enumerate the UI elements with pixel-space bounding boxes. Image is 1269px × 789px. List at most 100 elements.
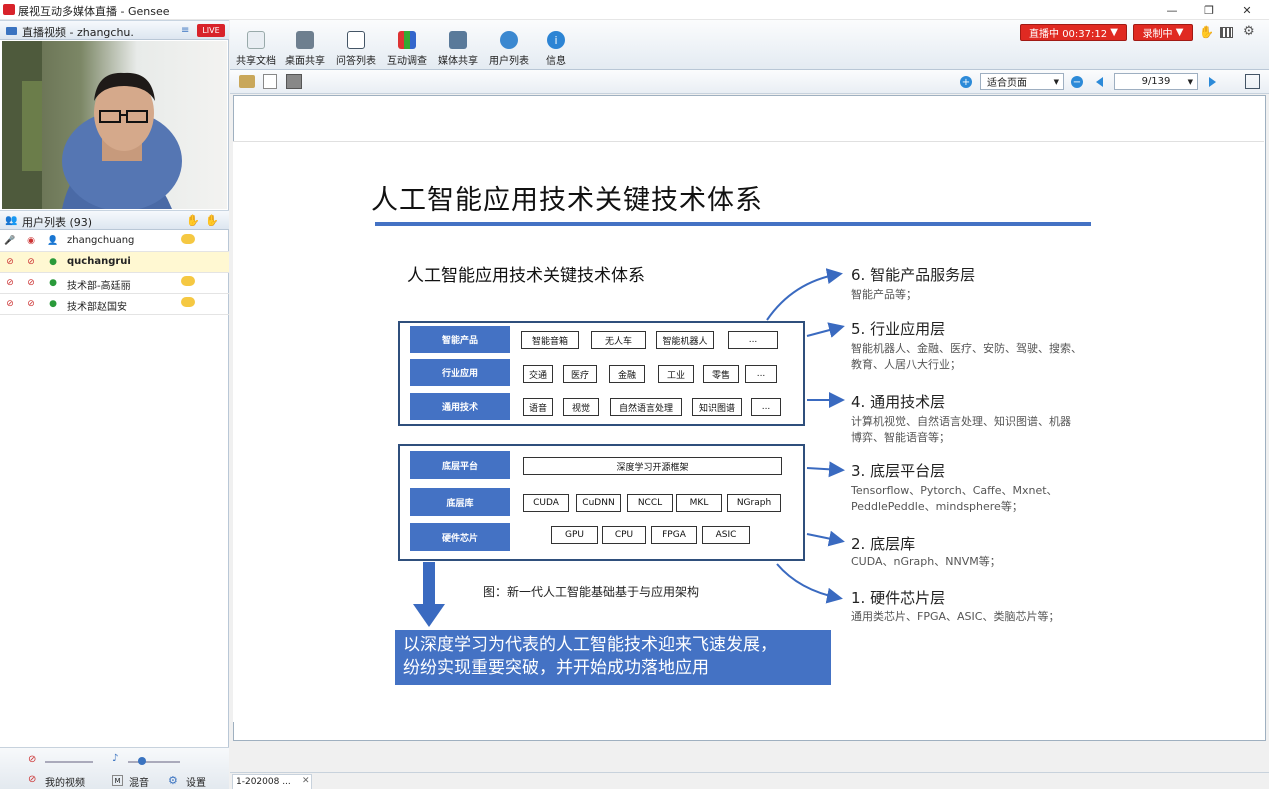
toolbar-user-list[interactable]: 用户列表 xyxy=(486,23,532,67)
window-title: 展视互动多媒体直播 - Gensee xyxy=(18,5,170,18)
camera-off-icon[interactable]: ⊘ xyxy=(24,276,38,290)
left-panel: 直播视频 - zhangchu. ≡ LIVE 👥 用户列表 (93) ✋ ✋ … xyxy=(0,20,229,789)
highlight-banner: 以深度学习为代表的人工智能技术迎来飞速发展， 纷纷实现重要突破，并开始成功落地应… xyxy=(395,630,831,685)
mix-button[interactable]: 混音 xyxy=(129,774,149,789)
zoom-in-icon[interactable]: + xyxy=(960,76,972,88)
mic-volume-slider[interactable] xyxy=(45,761,93,763)
mix-icon: M xyxy=(112,775,123,786)
figure-caption: 图：新一代人工智能基础基于与应用架构 xyxy=(483,585,700,599)
toolbar-info[interactable]: i 信息 xyxy=(536,23,576,67)
user-icon: ● xyxy=(49,257,57,267)
user-row[interactable]: ⊘ ⊘ ● quchangrui xyxy=(0,252,229,273)
user-icon: ● xyxy=(49,278,57,288)
new-document-icon[interactable] xyxy=(263,74,277,89)
mic-muted-icon[interactable]: ⊘ xyxy=(28,754,36,765)
user-name: 技术部-高廷丽 xyxy=(67,281,131,292)
user-row[interactable]: ⊘ ⊘ ● 技术部赵国安 xyxy=(0,294,229,315)
info-icon: i xyxy=(547,31,565,49)
toolbar-survey[interactable]: 互动调查 xyxy=(384,23,430,67)
speaker-volume-handle[interactable] xyxy=(138,757,146,765)
document-icon xyxy=(247,31,265,49)
user-icon: ● xyxy=(49,299,57,309)
live-video-feed[interactable] xyxy=(2,41,227,209)
hand-icon[interactable]: ✋ xyxy=(1199,25,1214,39)
user-row[interactable]: ⊘ ⊘ ● 技术部-高廷丽 xyxy=(0,273,229,294)
layer-description: Tensorflow、Pytorch、Caffe、Mxnet、 PeddlePe… xyxy=(851,484,1058,513)
toolbar-share-doc[interactable]: 共享文档 xyxy=(233,23,279,67)
chat-bubble-icon[interactable] xyxy=(181,276,195,286)
presenter-icon: 👤 xyxy=(47,236,59,246)
settings-gear-icon: ⚙ xyxy=(168,774,178,787)
minimize-button[interactable]: — xyxy=(1158,1,1186,19)
layer-title: 4. 通用技术层 xyxy=(851,393,946,411)
users-icon xyxy=(500,31,518,49)
user-name: 技术部赵国安 xyxy=(67,302,127,313)
close-tab-icon[interactable]: ✕ xyxy=(302,776,310,786)
settings-gear-icon[interactable]: ⚙ xyxy=(1243,24,1255,39)
fullscreen-icon[interactable] xyxy=(1245,74,1260,89)
layer-description: 智能产品等； xyxy=(851,288,917,301)
print-document-icon[interactable] xyxy=(286,74,302,89)
desktop-share-icon xyxy=(296,31,314,49)
video-panel-header: 直播视频 - zhangchu. ≡ LIVE xyxy=(0,20,229,40)
survey-chart-icon xyxy=(398,31,416,49)
mic-muted-icon[interactable]: ⊘ xyxy=(3,276,17,290)
mic-muted-icon[interactable]: ⊘ xyxy=(3,255,17,269)
settings-button[interactable]: 设置 xyxy=(186,774,206,789)
camera-off-icon[interactable]: ⊘ xyxy=(24,255,38,269)
layer-title: 1. 硬件芯片层 xyxy=(851,589,946,607)
list-toggle-icon[interactable]: ≡ xyxy=(181,25,189,36)
camera-status-icon[interactable]: ◉ xyxy=(24,234,38,248)
user-name: zhangchuang xyxy=(67,235,135,246)
document-tab[interactable]: 1-202008 ... xyxy=(232,774,312,789)
layer-description: CUDA、nGraph、NNVM等； xyxy=(851,555,1001,568)
layer-title: 6. 智能产品服务层 xyxy=(851,266,976,284)
user-list-title: 用户列表 (93) xyxy=(22,216,93,229)
chat-bubble-icon[interactable] xyxy=(181,234,195,244)
chat-bubble-icon[interactable] xyxy=(181,297,195,307)
toolbar-media-share[interactable]: 媒体共享 xyxy=(435,23,481,67)
restore-button[interactable]: ❐ xyxy=(1195,1,1223,19)
my-video-button[interactable]: 我的视频 xyxy=(45,774,85,789)
mic-icon[interactable]: 🎤 xyxy=(3,234,17,248)
lower-hand-icon[interactable]: ✋ xyxy=(205,214,219,227)
layer-description: 智能机器人、金融、医疗、安防、驾驶、搜索、 教育、人居八大行业； xyxy=(851,342,1082,371)
mic-muted-icon[interactable]: ⊘ xyxy=(3,297,17,311)
qa-list-icon xyxy=(347,31,365,49)
page-select[interactable]: 9/139 xyxy=(1114,73,1198,90)
next-page-icon[interactable] xyxy=(1209,77,1216,87)
camera-icon xyxy=(6,27,17,35)
speaker-volume-slider[interactable] xyxy=(128,761,180,763)
video-panel-title: 直播视频 - zhangchu. xyxy=(22,26,134,39)
live-status-button[interactable]: 直播中 00:37:12 ▼ xyxy=(1020,24,1127,41)
layout-grid-icon[interactable] xyxy=(1220,27,1233,38)
users-icon: 👥 xyxy=(5,215,18,226)
speaker-icon[interactable]: ♪ xyxy=(112,753,118,764)
layer-description: 通用类芯片、FPGA、ASIC、类脑芯片等； xyxy=(851,610,1060,623)
zoom-select[interactable]: 适合页面 xyxy=(980,73,1064,90)
live-badge: LIVE xyxy=(197,24,225,37)
user-list-header: 👥 用户列表 (93) ✋ ✋ xyxy=(0,210,229,230)
document-tabs: 1-202008 ... ✕ xyxy=(230,772,1269,789)
bottom-controls: ⊘ ♪ ⊘ 我的视频 M 混音 ⚙ 设置 xyxy=(0,747,229,789)
layer-description: 计算机视觉、自然语言处理、知识图谱、机器 博弈、智能语音等； xyxy=(851,415,1071,444)
layer-title: 2. 底层库 xyxy=(851,535,916,553)
user-row[interactable]: 🎤 ◉ 👤 zhangchuang xyxy=(0,231,229,252)
user-name: quchangrui xyxy=(67,256,131,267)
zoom-out-icon[interactable]: − xyxy=(1071,76,1083,88)
layer-title: 3. 底层平台层 xyxy=(851,462,946,480)
raise-hand-icon[interactable]: ✋ xyxy=(186,214,200,227)
main-toolbar: 共享文档 桌面共享 问答列表 互动调查 媒体共享 用户列表 i 信息 直播中 00… xyxy=(230,20,1269,70)
record-status-button[interactable]: 录制中 ▼ xyxy=(1133,24,1193,41)
document-toolbar: + 适合页面 − 9/139 xyxy=(230,70,1269,94)
presenter-video-image xyxy=(2,41,182,209)
prev-page-icon[interactable] xyxy=(1096,77,1103,87)
toolbar-qa-list[interactable]: 问答列表 xyxy=(333,23,379,67)
close-button[interactable]: ✕ xyxy=(1233,1,1261,19)
open-folder-icon[interactable] xyxy=(239,75,255,88)
app-logo-icon xyxy=(3,4,15,15)
camera-off-icon[interactable]: ⊘ xyxy=(24,297,38,311)
layer-title: 5. 行业应用层 xyxy=(851,320,946,338)
toolbar-desktop-share[interactable]: 桌面共享 xyxy=(282,23,328,67)
window-titlebar: 展视互动多媒体直播 - Gensee — ❐ ✕ xyxy=(0,0,1269,20)
